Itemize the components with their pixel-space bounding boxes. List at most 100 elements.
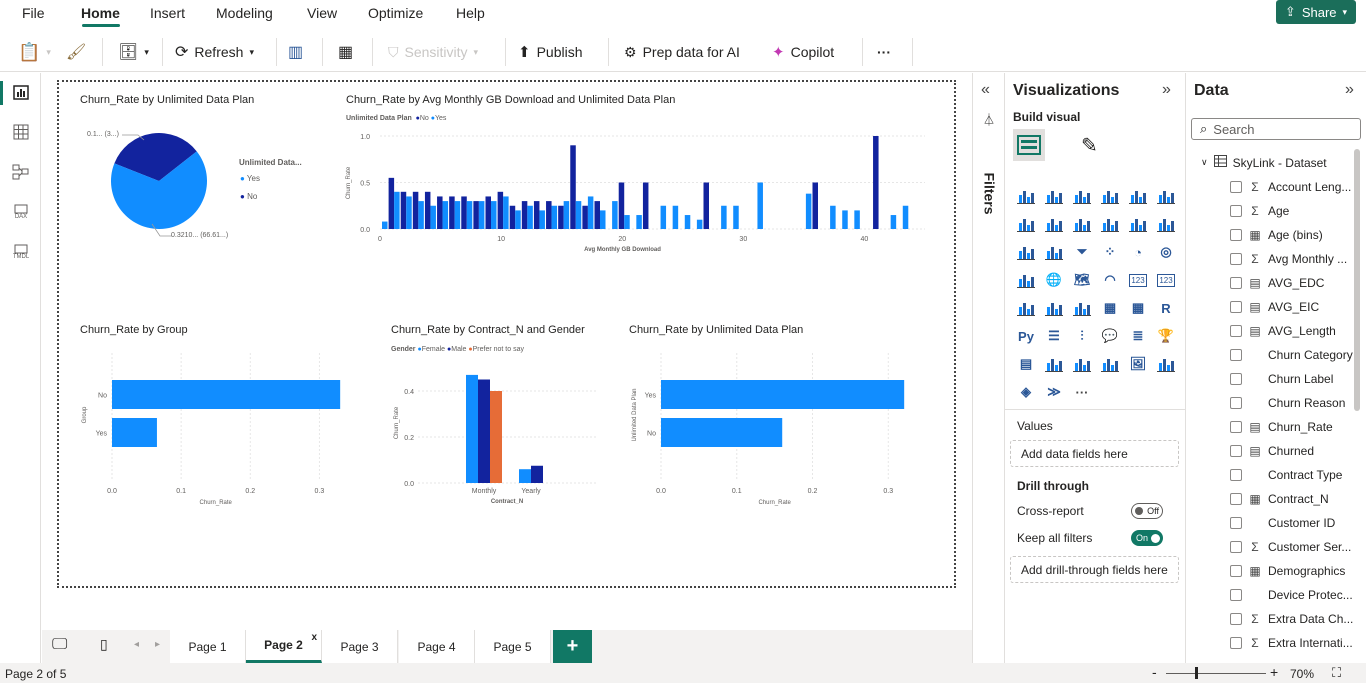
bar-yes[interactable] <box>902 205 909 229</box>
data-search-input[interactable]: ⌕ Search <box>1191 118 1361 140</box>
contract-chart[interactable]: 0.4 0.2 0.0 Monthly Yearly Contract_N Churn_Ra… <box>388 358 603 510</box>
expand-icon[interactable]: » <box>1345 81 1354 99</box>
dataset-node[interactable]: ∨ SkyLink - Dataset <box>1201 155 1327 170</box>
100-bar-icon[interactable] <box>1124 182 1152 210</box>
paste-button[interactable]: 📋 ▾ <box>18 38 51 66</box>
bar-yes[interactable] <box>600 210 606 229</box>
bar-yes[interactable] <box>661 380 905 409</box>
bar-yes[interactable] <box>491 201 497 229</box>
calculator-button[interactable]: ▦ <box>338 38 353 66</box>
menu-help[interactable]: Help <box>456 5 485 21</box>
bar-yes[interactable] <box>515 210 521 229</box>
prep-data-button[interactable]: ⚙ Prep data for AI <box>624 38 740 66</box>
bar-yes[interactable] <box>466 201 473 229</box>
bar-yes[interactable] <box>478 201 485 229</box>
gauge-icon[interactable]: ◠ <box>1096 266 1124 294</box>
bar-yes[interactable] <box>660 205 667 229</box>
map-icon[interactable]: 🌐 <box>1040 266 1068 294</box>
field-checkbox[interactable] <box>1230 253 1242 265</box>
kpi-icon[interactable] <box>1012 294 1040 322</box>
field-item[interactable]: ▤ Churn_Rate <box>1230 417 1333 437</box>
group-chart[interactable]: 0.0 0.1 0.2 0.3 No Yes Churn_Rate Group <box>76 345 346 510</box>
field-item[interactable]: Churn Label <box>1230 369 1333 389</box>
menu-file[interactable]: File <box>22 5 45 21</box>
bar-yes[interactable] <box>454 201 461 229</box>
chevron-icon[interactable]: ≫ <box>1040 378 1068 406</box>
field-checkbox[interactable] <box>1230 589 1242 601</box>
clustered-bar-icon[interactable] <box>1068 182 1096 210</box>
bar-no[interactable] <box>546 201 552 229</box>
publish-button[interactable]: ⬆ Publish <box>518 38 583 66</box>
stacked-area-icon[interactable] <box>1068 210 1096 238</box>
bar-yes[interactable] <box>112 418 157 447</box>
field-item[interactable]: ▦ Contract_N <box>1230 489 1329 509</box>
field-item[interactable]: Σ Extra Internati... <box>1230 633 1353 653</box>
bar-yes[interactable] <box>551 205 558 229</box>
drill-through-drop-zone[interactable]: Add drill-through fields here <box>1010 556 1179 583</box>
close-icon[interactable]: x <box>311 632 317 643</box>
dax-query-icon[interactable]: DAX <box>10 201 32 223</box>
bar-yes[interactable] <box>587 196 594 229</box>
menu-insert[interactable]: Insert <box>150 5 185 21</box>
field-item[interactable]: ▤ AVG_EIC <box>1230 297 1319 317</box>
donut-icon[interactable]: ◎ <box>1152 238 1180 266</box>
custom-visual-icon[interactable] <box>1152 350 1180 378</box>
field-checkbox[interactable] <box>1230 397 1242 409</box>
legend-item-no[interactable]: ● No <box>240 192 257 201</box>
filled-map-icon[interactable]: 🗺 <box>1068 266 1096 294</box>
bar-no[interactable] <box>112 380 341 409</box>
bar-yes[interactable] <box>612 201 618 229</box>
tab-page-4[interactable]: Page 4 <box>399 630 475 663</box>
bar-no[interactable] <box>618 182 625 230</box>
treemap-icon[interactable] <box>1012 266 1040 294</box>
field-checkbox[interactable] <box>1230 565 1242 577</box>
tmdl-view-icon[interactable]: TMDL <box>10 241 32 263</box>
zoom-slider[interactable] <box>1166 673 1266 674</box>
power-automate-icon[interactable] <box>1068 350 1096 378</box>
matrix-icon[interactable]: ▦ <box>1124 294 1152 322</box>
field-checkbox[interactable] <box>1230 373 1242 385</box>
scroll-right-icon[interactable]: ▸ <box>155 639 160 650</box>
bar-yes[interactable] <box>636 215 642 229</box>
field-checkbox[interactable] <box>1230 637 1242 649</box>
zoom-slider-thumb[interactable] <box>1195 667 1198 679</box>
funnel-column-icon[interactable] <box>1040 238 1068 266</box>
field-item[interactable]: Σ Extra Data Ch... <box>1230 609 1353 629</box>
menu-modeling[interactable]: Modeling <box>216 5 273 21</box>
bar-yes[interactable] <box>830 205 836 229</box>
bar-female[interactable] <box>519 469 531 483</box>
mobile-layout-icon[interactable]: ▯ <box>100 636 108 653</box>
bar-yes[interactable] <box>442 201 449 229</box>
bar-no[interactable] <box>509 205 516 229</box>
bar-yes[interactable] <box>575 201 582 229</box>
field-checkbox[interactable] <box>1230 277 1242 289</box>
bar-female[interactable] <box>466 374 478 483</box>
bar-no[interactable] <box>461 196 467 229</box>
field-checkbox[interactable] <box>1230 301 1242 313</box>
bar-yes[interactable] <box>854 210 860 229</box>
keep-filters-toggle[interactable]: On <box>1131 530 1163 546</box>
combo-icon[interactable] <box>1012 238 1040 266</box>
bar-no[interactable] <box>412 191 419 229</box>
refresh-button[interactable]: ⟳ Refresh ▾ <box>175 38 254 66</box>
zoom-out-icon[interactable]: - <box>1152 664 1157 680</box>
tab-page-1[interactable]: Page 1 <box>170 630 246 663</box>
field-item[interactable]: ▤ AVG_Length <box>1230 321 1336 341</box>
bar-no[interactable] <box>570 145 576 229</box>
smart-narrative-icon[interactable]: ≣ <box>1124 322 1152 350</box>
bar-no[interactable] <box>485 196 491 229</box>
bar-male[interactable] <box>478 379 490 484</box>
plan-chart[interactable]: 0.0 0.1 0.2 0.3 Yes No Churn_Rate Unlimited Dat… <box>626 345 926 510</box>
field-item[interactable]: Σ Customer Ser... <box>1230 537 1351 557</box>
scroll-left-icon[interactable]: ◂ <box>134 639 139 650</box>
field-checkbox[interactable] <box>1230 541 1242 553</box>
diamond-icon[interactable]: ◈ <box>1012 378 1040 406</box>
new-visual-button[interactable]: ▥ <box>288 38 303 66</box>
copilot-button[interactable]: ✦ Copilot <box>772 38 834 66</box>
bar-no[interactable] <box>424 191 431 229</box>
table-dax-icon[interactable] <box>1068 294 1096 322</box>
desktop-layout-icon[interactable]: 🖵 <box>52 636 67 654</box>
scatter-icon[interactable]: ⁘ <box>1096 238 1124 266</box>
column-chart[interactable]: 1.0 0.5 0.0 0 10 20 30 40 Avg Monthly GB Downloa… <box>340 128 930 253</box>
field-item[interactable]: Device Protec... <box>1230 585 1353 605</box>
